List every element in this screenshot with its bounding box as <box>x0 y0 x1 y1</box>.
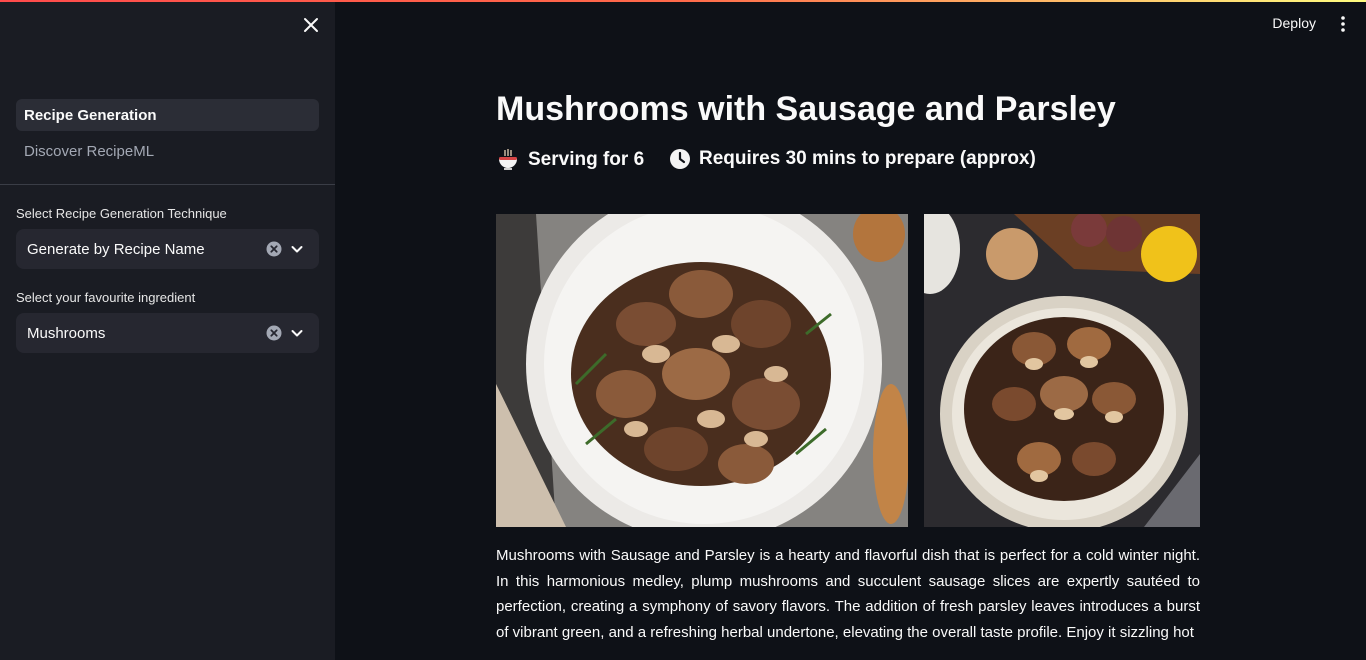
more-options-icon[interactable] <box>1335 14 1351 34</box>
serving-info: Serving for 6 <box>496 148 644 172</box>
chevron-down-icon[interactable] <box>289 325 305 341</box>
top-accent-bar <box>0 0 1366 2</box>
ingredient-select-value: Mushrooms <box>27 324 106 342</box>
clock-icon <box>670 149 690 169</box>
technique-label: Select Recipe Generation Technique <box>16 206 227 221</box>
deploy-button[interactable]: Deploy <box>1272 15 1316 31</box>
nav-item-label: Recipe Generation <box>24 106 157 124</box>
sidebar: Recipe Generation Discover RecipeML Sele… <box>0 0 335 660</box>
nav-item-label: Discover RecipeML <box>24 142 155 160</box>
nav-item-discover-recipeml[interactable]: Discover RecipeML <box>16 135 319 167</box>
chevron-down-icon[interactable] <box>289 241 305 257</box>
recipe-title: Mushrooms with Sausage and Parsley <box>496 90 1116 128</box>
close-sidebar-icon[interactable] <box>300 14 322 36</box>
time-info: Requires 30 mins to prepare (approx) <box>669 148 1036 170</box>
nav-item-recipe-generation[interactable]: Recipe Generation <box>16 99 319 131</box>
ingredient-label: Select your favourite ingredient <box>16 290 196 305</box>
clear-icon[interactable] <box>266 241 282 257</box>
sidebar-nav: Recipe Generation Discover RecipeML <box>16 99 319 171</box>
clear-icon[interactable] <box>266 325 282 341</box>
technique-select-value: Generate by Recipe Name <box>27 240 205 258</box>
ingredient-select[interactable]: Mushrooms <box>16 313 319 353</box>
serving-text: Serving for 6 <box>528 149 645 170</box>
bowl-icon <box>499 149 517 170</box>
time-text: Requires 30 mins to prepare (approx) <box>699 148 1036 169</box>
main-content: Deploy Mushrooms with Sausage and Parsle… <box>335 0 1366 660</box>
recipe-image-2 <box>924 214 1200 527</box>
recipe-description: Mushrooms with Sausage and Parsley is a … <box>496 547 1200 641</box>
technique-select[interactable]: Generate by Recipe Name <box>16 229 319 269</box>
sidebar-divider <box>0 184 335 185</box>
recipe-image-1 <box>496 214 908 527</box>
